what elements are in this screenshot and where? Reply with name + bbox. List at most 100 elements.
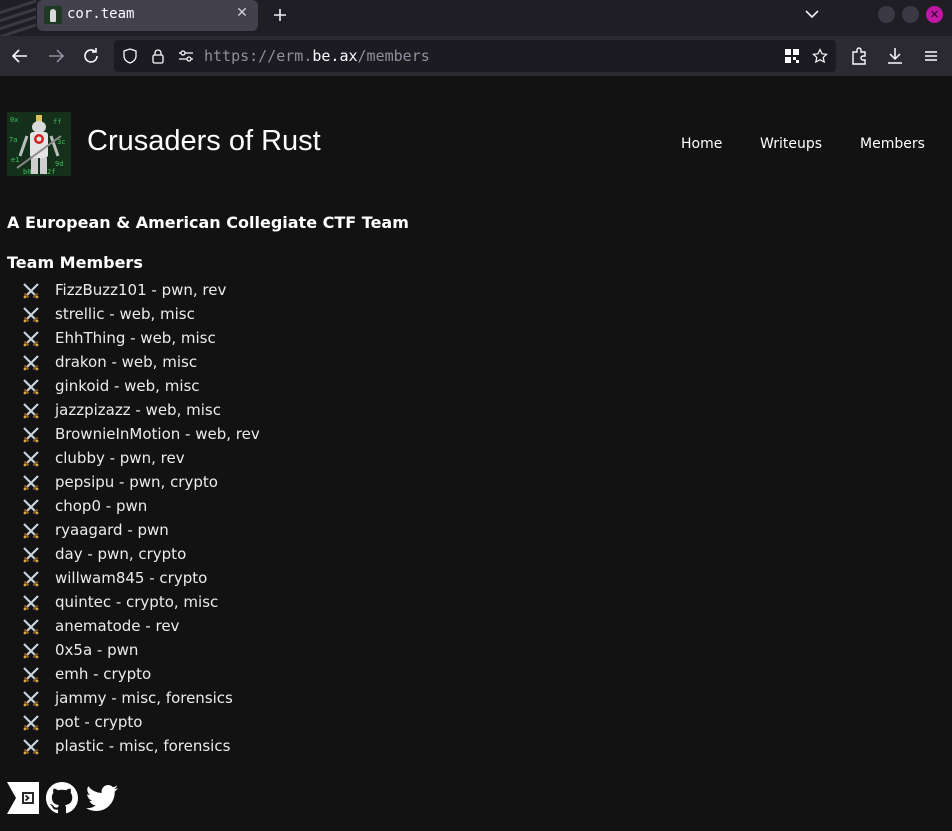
tab-strip: cor.team ✕ ✕ [0, 0, 952, 36]
members-heading: Team Members [7, 253, 143, 272]
ctftime-icon[interactable] [7, 782, 39, 814]
crossed-swords-icon [22, 594, 40, 612]
crossed-swords-icon [22, 474, 40, 492]
list-item: pot - crypto [0, 710, 400, 734]
list-item: pepsipu - pwn, crypto [0, 470, 400, 494]
url-domain: be.ax [312, 47, 358, 65]
member-name: clubby - pwn, rev [55, 449, 185, 467]
svg-text:2f: 2f [47, 168, 55, 176]
member-name: pepsipu - pwn, crypto [55, 473, 218, 491]
github-icon[interactable] [46, 782, 78, 814]
crossed-swords-icon [22, 330, 40, 348]
member-name: EhhThing - web, misc [55, 329, 216, 347]
crossed-swords-icon [22, 666, 40, 684]
crossed-swords-icon [22, 426, 40, 444]
site-favicon-icon [44, 6, 62, 24]
navigation-toolbar: https://erm.be.ax/members [0, 36, 952, 76]
list-item: chop0 - pwn [0, 494, 400, 518]
crusader-logo-icon: 0x ff7a 3ce1 9d b0 2f [7, 112, 71, 176]
member-name: BrownieInMotion - web, rev [55, 425, 260, 443]
url-bar[interactable]: https://erm.be.ax/members [114, 40, 836, 72]
list-item: ginkoid - web, misc [0, 374, 400, 398]
list-item: BrownieInMotion - web, rev [0, 422, 400, 446]
crossed-swords-icon [22, 690, 40, 708]
extensions-button[interactable] [848, 44, 872, 68]
member-name: 0x5a - pwn [55, 641, 139, 659]
crossed-swords-icon [22, 450, 40, 468]
list-item: ryaagard - pwn [0, 518, 400, 542]
svg-text:7a: 7a [9, 136, 17, 144]
crossed-swords-icon [22, 306, 40, 324]
crossed-swords-icon [22, 738, 40, 756]
star-icon[interactable] [812, 48, 828, 64]
list-item: anematode - rev [0, 614, 400, 638]
back-button[interactable] [8, 44, 32, 68]
member-name: jammy - misc, forensics [55, 689, 233, 707]
reload-button[interactable] [79, 44, 103, 68]
crossed-swords-icon [22, 378, 40, 396]
url-path: /members [357, 47, 430, 65]
close-icon[interactable]: ✕ [234, 5, 250, 21]
member-name: willwam845 - crypto [55, 569, 208, 587]
maximize-button[interactable] [902, 6, 919, 23]
nav-link-home[interactable]: Home [681, 136, 722, 152]
shield-icon[interactable] [122, 48, 138, 64]
member-name: jazzpizazz - web, misc [55, 401, 221, 419]
member-name: pot - crypto [55, 713, 143, 731]
nav-link-writeups[interactable]: Writeups [760, 136, 822, 152]
list-item: 0x5a - pwn [0, 638, 400, 662]
member-name: plastic - misc, forensics [55, 737, 231, 755]
back-arrow-icon [11, 49, 27, 63]
crossed-swords-icon [22, 618, 40, 636]
team-logo[interactable]: 0x ff 7a 3c e1 9d b0 2f [7, 112, 71, 176]
lock-icon[interactable] [150, 48, 166, 64]
plus-icon [274, 9, 286, 21]
member-name: quintec - crypto, misc [55, 593, 219, 611]
nav-link-members[interactable]: Members [860, 136, 925, 152]
url-prefix: https://erm. [204, 47, 313, 65]
list-item: jammy - misc, forensics [0, 686, 400, 710]
crossed-swords-icon [22, 498, 40, 516]
list-item: strellic - web, misc [0, 302, 400, 326]
tabstrip-decoration [0, 0, 36, 36]
list-item: plastic - misc, forensics [0, 734, 400, 758]
chevron-down-icon [805, 10, 819, 19]
member-name: FizzBuzz101 - pwn, rev [55, 281, 227, 299]
sliders-icon[interactable] [178, 48, 194, 64]
crossed-swords-icon [22, 402, 40, 420]
new-tab-button[interactable] [270, 4, 290, 26]
crossed-swords-icon [22, 282, 40, 300]
list-item: clubby - pwn, rev [0, 446, 400, 470]
member-name: anematode - rev [55, 617, 180, 635]
reload-icon [84, 48, 98, 63]
menu-button[interactable] [919, 44, 943, 68]
qr-code-icon[interactable] [784, 48, 800, 64]
puzzle-icon [852, 47, 866, 65]
list-item: day - pwn, crypto [0, 542, 400, 566]
minimize-button[interactable] [878, 6, 895, 23]
browser-tab[interactable]: cor.team ✕ [37, 0, 258, 31]
member-name: strellic - web, misc [55, 305, 195, 323]
crossed-swords-icon [22, 546, 40, 564]
list-item: FizzBuzz101 - pwn, rev [0, 278, 400, 302]
forward-button[interactable] [44, 44, 68, 68]
members-list: FizzBuzz101 - pwn, rev strellic - web, mi… [0, 278, 400, 758]
tab-title: cor.team [67, 6, 135, 22]
downloads-button[interactable] [883, 44, 907, 68]
twitter-icon[interactable] [86, 782, 118, 814]
list-all-tabs-button[interactable] [804, 6, 822, 22]
team-tagline: A European & American Collegiate CTF Tea… [7, 213, 409, 232]
url-text[interactable]: https://erm.be.ax/members [204, 47, 430, 65]
list-item: quintec - crypto, misc [0, 590, 400, 614]
svg-text:9d: 9d [55, 160, 63, 168]
site-title[interactable]: Crusaders of Rust [87, 125, 321, 158]
list-item: EhhThing - web, misc [0, 326, 400, 350]
close-window-button[interactable]: ✕ [926, 6, 943, 23]
hamburger-icon [925, 51, 937, 61]
member-name: ryaagard - pwn [55, 521, 169, 539]
forward-arrow-icon [49, 49, 65, 63]
list-item: drakon - web, misc [0, 350, 400, 374]
crossed-swords-icon [22, 570, 40, 588]
member-name: day - pwn, crypto [55, 545, 187, 563]
member-name: chop0 - pwn [55, 497, 148, 515]
